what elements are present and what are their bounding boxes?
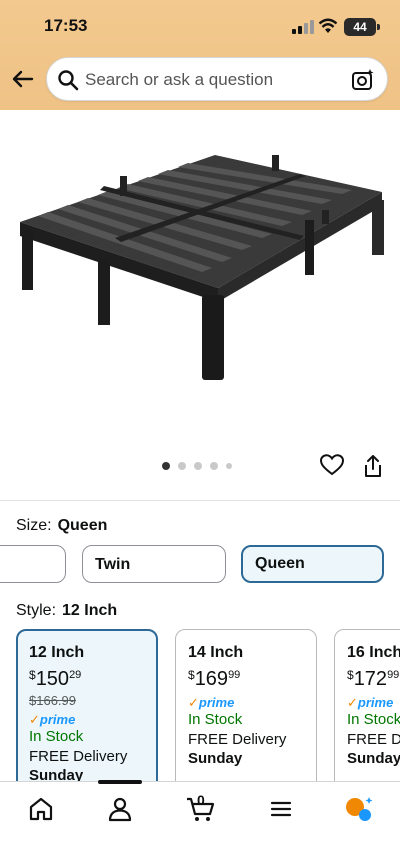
carousel-dot[interactable]: [178, 462, 186, 470]
price-cents: 29: [69, 669, 82, 681]
carousel-dot[interactable]: [194, 462, 202, 470]
delivery-day: Sunday: [347, 750, 400, 767]
battery-icon: 44: [344, 18, 380, 36]
size-option-queen[interactable]: Queen: [241, 545, 384, 583]
price-dollars: 169: [194, 668, 229, 690]
search-icon: [58, 70, 79, 91]
delivery-text: FREE Delivery: [188, 731, 287, 748]
assistant-icon[interactable]: [344, 796, 374, 822]
price-cents: 99: [387, 669, 400, 681]
style-card-title: 12 Inch: [29, 644, 85, 661]
prime-check-icon: ✓: [347, 695, 358, 710]
camera-search-icon[interactable]: [351, 68, 375, 92]
price-currency: $: [188, 668, 195, 682]
style-card-16-inch[interactable]: 16 Inch $17299 ✓prime In Stock FREE Deli…: [334, 629, 400, 799]
delivery-text: FREE Delivery: [347, 731, 400, 748]
style-card-title: 16 Inch: [347, 644, 400, 661]
cellular-signal-icon: [292, 20, 314, 34]
status-time: 17:53: [44, 16, 88, 35]
style-label: Style:: [16, 602, 57, 619]
search-bar[interactable]: [46, 57, 388, 101]
style-card-title: 14 Inch: [188, 644, 244, 661]
product-image-bed-frame[interactable]: [0, 110, 400, 440]
delivery-text: FREE Delivery: [29, 748, 128, 765]
size-option[interactable]: [0, 545, 66, 583]
heart-icon[interactable]: [320, 454, 344, 476]
size-selected-value: Queen: [57, 517, 108, 534]
list-price: $166.99: [29, 693, 76, 708]
price-cents: 99: [228, 669, 241, 681]
cart-count: 0: [197, 792, 205, 808]
carousel-dot[interactable]: [226, 463, 232, 469]
stock-status: In Stock: [29, 728, 84, 745]
price-dollars: 150: [35, 668, 70, 690]
price-currency: $: [29, 668, 36, 682]
stock-status: In Stock: [347, 711, 400, 728]
share-icon[interactable]: [362, 454, 384, 478]
style-card-12-inch[interactable]: 12 Inch $15029 $166.99 ✓prime In Stock F…: [16, 629, 158, 799]
active-tab-indicator: [98, 780, 142, 784]
search-input[interactable]: [85, 68, 345, 92]
menu-icon[interactable]: [268, 796, 294, 822]
prime-check-icon: ✓: [188, 695, 199, 710]
style-card-price: $15029: [29, 668, 156, 691]
size-heading: Size: Queen: [16, 517, 107, 535]
price-dollars: 172: [353, 668, 388, 690]
back-arrow-icon[interactable]: [10, 66, 36, 92]
wifi-icon: [318, 18, 338, 33]
style-card-price: $16999: [188, 668, 316, 691]
cart-button[interactable]: 0: [186, 792, 216, 822]
header: 17:53 44: [0, 0, 400, 110]
style-heading: Style: 12 Inch: [16, 602, 117, 620]
prime-text: prime: [39, 712, 76, 727]
account-icon[interactable]: [107, 796, 133, 822]
price-currency: $: [347, 668, 354, 682]
carousel-dot[interactable]: [210, 462, 218, 470]
carousel-dot[interactable]: [162, 462, 170, 470]
section-divider: [0, 500, 400, 501]
prime-check-icon: ✓: [29, 712, 40, 727]
prime-text: prime: [198, 695, 235, 710]
home-icon[interactable]: [28, 796, 54, 822]
prime-text: prime: [357, 695, 394, 710]
size-option-twin[interactable]: Twin: [82, 545, 226, 583]
style-selected-value: 12 Inch: [62, 602, 118, 619]
prime-badge: ✓prime: [188, 695, 316, 710]
stock-status: In Stock: [188, 711, 243, 728]
status-bar: 17:53 44: [0, 14, 400, 40]
prime-badge: ✓prime: [29, 712, 156, 727]
style-card-price: $17299: [347, 668, 400, 691]
style-card-14-inch[interactable]: 14 Inch $16999 ✓prime In Stock FREE Deli…: [175, 629, 317, 799]
image-carousel-dots[interactable]: [162, 461, 232, 471]
prime-badge: ✓prime: [347, 695, 400, 710]
bottom-nav-bar: 0: [0, 780, 400, 866]
size-label: Size:: [16, 517, 52, 534]
delivery-day: Sunday: [188, 750, 243, 767]
